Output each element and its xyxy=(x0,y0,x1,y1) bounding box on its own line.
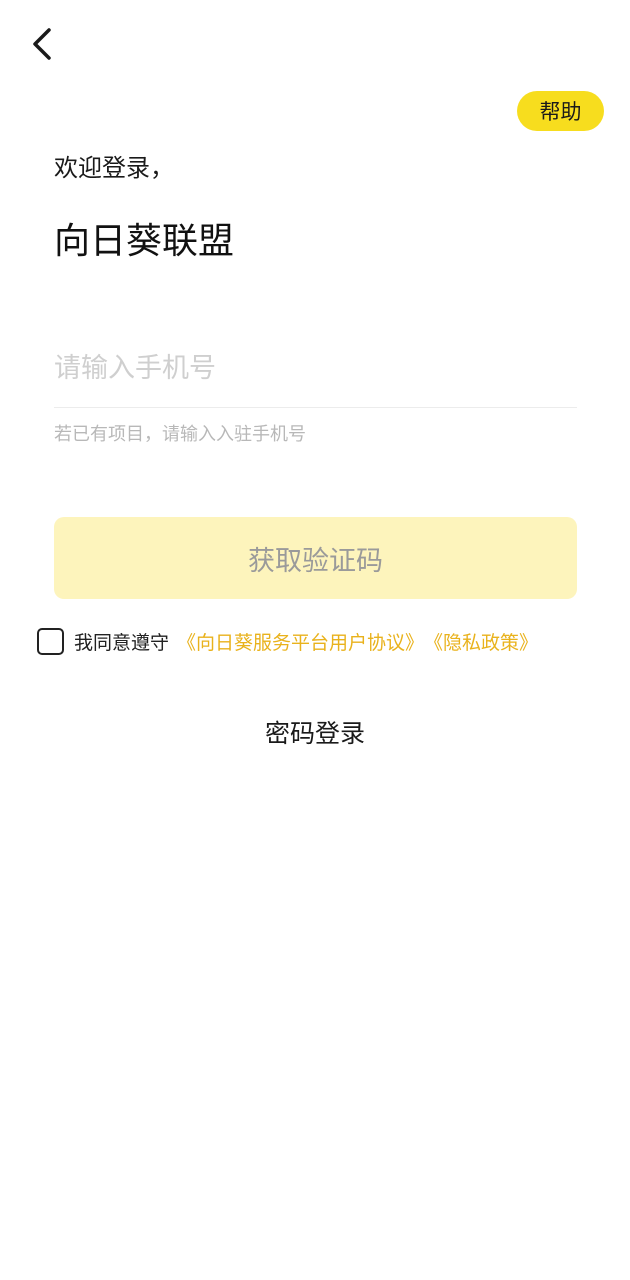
agreement-row: 我同意遵守 《向日葵服务平台用户协议》 《隐私政策》 xyxy=(37,627,538,655)
agree-checkbox[interactable] xyxy=(37,627,64,655)
chevron-left-icon xyxy=(31,27,53,65)
phone-hint: 若已有项目，请输入入驻手机号 xyxy=(54,424,306,445)
agree-prefix-text: 我同意遵守 xyxy=(74,631,170,654)
back-button[interactable] xyxy=(22,26,62,66)
phone-input[interactable] xyxy=(54,342,576,394)
password-login-link[interactable]: 密码登录 xyxy=(0,714,630,750)
phone-input-underline xyxy=(54,407,577,408)
privacy-policy-link[interactable]: 《隐私政策》 xyxy=(424,628,538,655)
get-code-button-label: 获取验证码 xyxy=(248,545,383,577)
help-button[interactable]: 帮助 xyxy=(517,91,604,131)
password-login-label: 密码登录 xyxy=(264,719,365,748)
app-name-title: 向日葵联盟 xyxy=(54,221,235,262)
user-agreement-link[interactable]: 《向日葵服务平台用户协议》 xyxy=(177,628,424,655)
get-code-button[interactable]: 获取验证码 xyxy=(54,517,577,599)
welcome-text: 欢迎登录， xyxy=(54,154,174,182)
help-button-label: 帮助 xyxy=(539,100,582,124)
